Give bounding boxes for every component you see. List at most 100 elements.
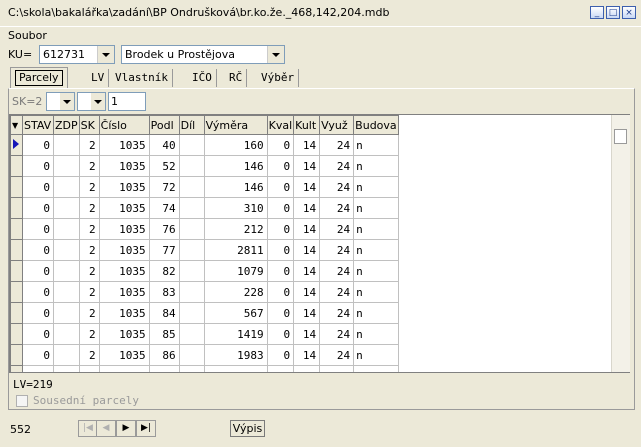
- column-header[interactable]: STAV: [22, 115, 54, 135]
- table-cell[interactable]: 2: [78, 155, 100, 177]
- table-cell[interactable]: 0: [266, 176, 295, 198]
- table-cell[interactable]: 0: [22, 218, 54, 240]
- table-cell[interactable]: [178, 260, 205, 282]
- tab-parcely[interactable]: Parcely: [10, 67, 68, 88]
- tab-vyber[interactable]: Výběr: [257, 69, 300, 87]
- table-cell[interactable]: 0: [266, 323, 295, 345]
- table-cell[interactable]: 0: [22, 365, 54, 372]
- table-cell[interactable]: 1035: [98, 218, 150, 240]
- column-header[interactable]: Budova: [353, 115, 400, 135]
- table-cell[interactable]: 14: [293, 323, 321, 345]
- table-cell[interactable]: 146: [203, 155, 268, 177]
- table-cell[interactable]: 0: [22, 239, 54, 261]
- table-cell[interactable]: n: [353, 176, 400, 198]
- table-row[interactable]: 021035876001424n: [10, 365, 400, 372]
- nav-next-button[interactable]: ▶: [116, 420, 136, 437]
- table-cell[interactable]: [178, 239, 205, 261]
- table-cell[interactable]: 14: [293, 302, 321, 324]
- table-cell[interactable]: 1035: [98, 344, 150, 366]
- table-cell[interactable]: [53, 344, 80, 366]
- table-cell[interactable]: [53, 239, 80, 261]
- table-cell[interactable]: [178, 302, 205, 324]
- table-cell[interactable]: n: [353, 302, 400, 324]
- table-cell[interactable]: [53, 281, 80, 303]
- table-cell[interactable]: 14: [293, 239, 321, 261]
- table-cell[interactable]: 2: [78, 281, 100, 303]
- row-selector[interactable]: [10, 302, 23, 324]
- column-header[interactable]: Využ: [319, 115, 355, 135]
- neighbors-checkbox[interactable]: [16, 395, 28, 407]
- table-cell[interactable]: n: [353, 365, 400, 372]
- chevron-down-icon[interactable]: [91, 93, 105, 110]
- table-cell[interactable]: [178, 197, 205, 219]
- table-cell[interactable]: n: [353, 218, 400, 240]
- column-header[interactable]: Podl: [148, 115, 180, 135]
- table-cell[interactable]: 24: [319, 197, 355, 219]
- table-cell[interactable]: n: [353, 344, 400, 366]
- table-cell[interactable]: 14: [293, 365, 321, 372]
- column-header[interactable]: SK: [78, 115, 100, 135]
- table-cell[interactable]: 0: [22, 344, 54, 366]
- table-cell[interactable]: [178, 176, 205, 198]
- table-cell[interactable]: 24: [319, 239, 355, 261]
- table-cell[interactable]: 2: [78, 323, 100, 345]
- column-header[interactable]: Kval: [266, 115, 295, 135]
- table-cell[interactable]: 74: [148, 197, 180, 219]
- maximize-button[interactable]: □: [606, 6, 620, 19]
- table-cell[interactable]: [53, 176, 80, 198]
- scrollbar-thumb[interactable]: [614, 129, 627, 144]
- table-cell[interactable]: [53, 302, 80, 324]
- table-row[interactable]: 0 2 1035 86 1983 0 14 24 n: [10, 344, 400, 366]
- table-cell[interactable]: 1035: [98, 365, 150, 372]
- table-cell[interactable]: 0: [266, 155, 295, 177]
- table-cell[interactable]: 14: [293, 281, 321, 303]
- column-header[interactable]: Díl: [178, 115, 205, 135]
- table-row[interactable]: 0 2 1035 77 2811 0 14 24 n: [10, 239, 400, 261]
- table-cell[interactable]: n: [353, 260, 400, 282]
- table-cell[interactable]: 24: [319, 176, 355, 198]
- table-row[interactable]: 0 2 1035 84 567 0 14 24 n: [10, 302, 400, 324]
- table-cell[interactable]: 228: [203, 281, 268, 303]
- table-cell[interactable]: 0: [266, 365, 295, 372]
- table-cell[interactable]: 40: [148, 134, 180, 156]
- table-cell[interactable]: 14: [293, 218, 321, 240]
- table-cell[interactable]: [178, 323, 205, 345]
- table-cell[interactable]: [178, 155, 205, 177]
- table-cell[interactable]: 1035: [98, 302, 150, 324]
- column-header[interactable]: ZDP: [53, 115, 80, 135]
- table-row[interactable]: 0 2 1035 83 228 0 14 24 n: [10, 281, 400, 303]
- table-cell[interactable]: 146: [203, 176, 268, 198]
- table-cell[interactable]: 2: [78, 197, 100, 219]
- row-selector[interactable]: [10, 155, 23, 177]
- table-cell[interactable]: 0: [266, 281, 295, 303]
- table-cell[interactable]: 2: [78, 365, 100, 372]
- table-cell[interactable]: 24: [319, 365, 355, 372]
- table-cell[interactable]: 24: [319, 218, 355, 240]
- table-row[interactable]: 0 2 1035 52 146 0 14 24 n: [10, 155, 400, 177]
- filter-select-2[interactable]: [77, 92, 106, 111]
- column-header[interactable]: Kult: [293, 115, 321, 135]
- table-cell[interactable]: 0: [22, 302, 54, 324]
- table-cell[interactable]: 87: [148, 365, 180, 372]
- table-cell[interactable]: 2: [78, 344, 100, 366]
- table-cell[interactable]: [53, 365, 80, 372]
- table-cell[interactable]: 24: [319, 323, 355, 345]
- table-cell[interactable]: 72: [148, 176, 180, 198]
- table-cell[interactable]: 1035: [98, 155, 150, 177]
- table-cell[interactable]: 212: [203, 218, 268, 240]
- row-selector[interactable]: [10, 176, 23, 198]
- tab-rc[interactable]: RČ: [225, 69, 248, 87]
- table-row[interactable]: 0 2 1035 72 146 0 14 24 n: [10, 176, 400, 198]
- table-cell[interactable]: n: [353, 323, 400, 345]
- row-selector[interactable]: [10, 344, 23, 366]
- table-row[interactable]: 0 2 1035 74 310 0 14 24 n: [10, 197, 400, 219]
- table-cell[interactable]: 2: [78, 239, 100, 261]
- table-cell[interactable]: 60: [203, 365, 268, 372]
- table-cell[interactable]: 2: [78, 218, 100, 240]
- table-cell[interactable]: 24: [319, 281, 355, 303]
- table-cell[interactable]: 0: [266, 197, 295, 219]
- table-cell[interactable]: 567: [203, 302, 268, 324]
- table-cell[interactable]: 1035: [98, 176, 150, 198]
- menu-file[interactable]: Soubor: [8, 29, 47, 42]
- table-cell[interactable]: 0: [266, 302, 295, 324]
